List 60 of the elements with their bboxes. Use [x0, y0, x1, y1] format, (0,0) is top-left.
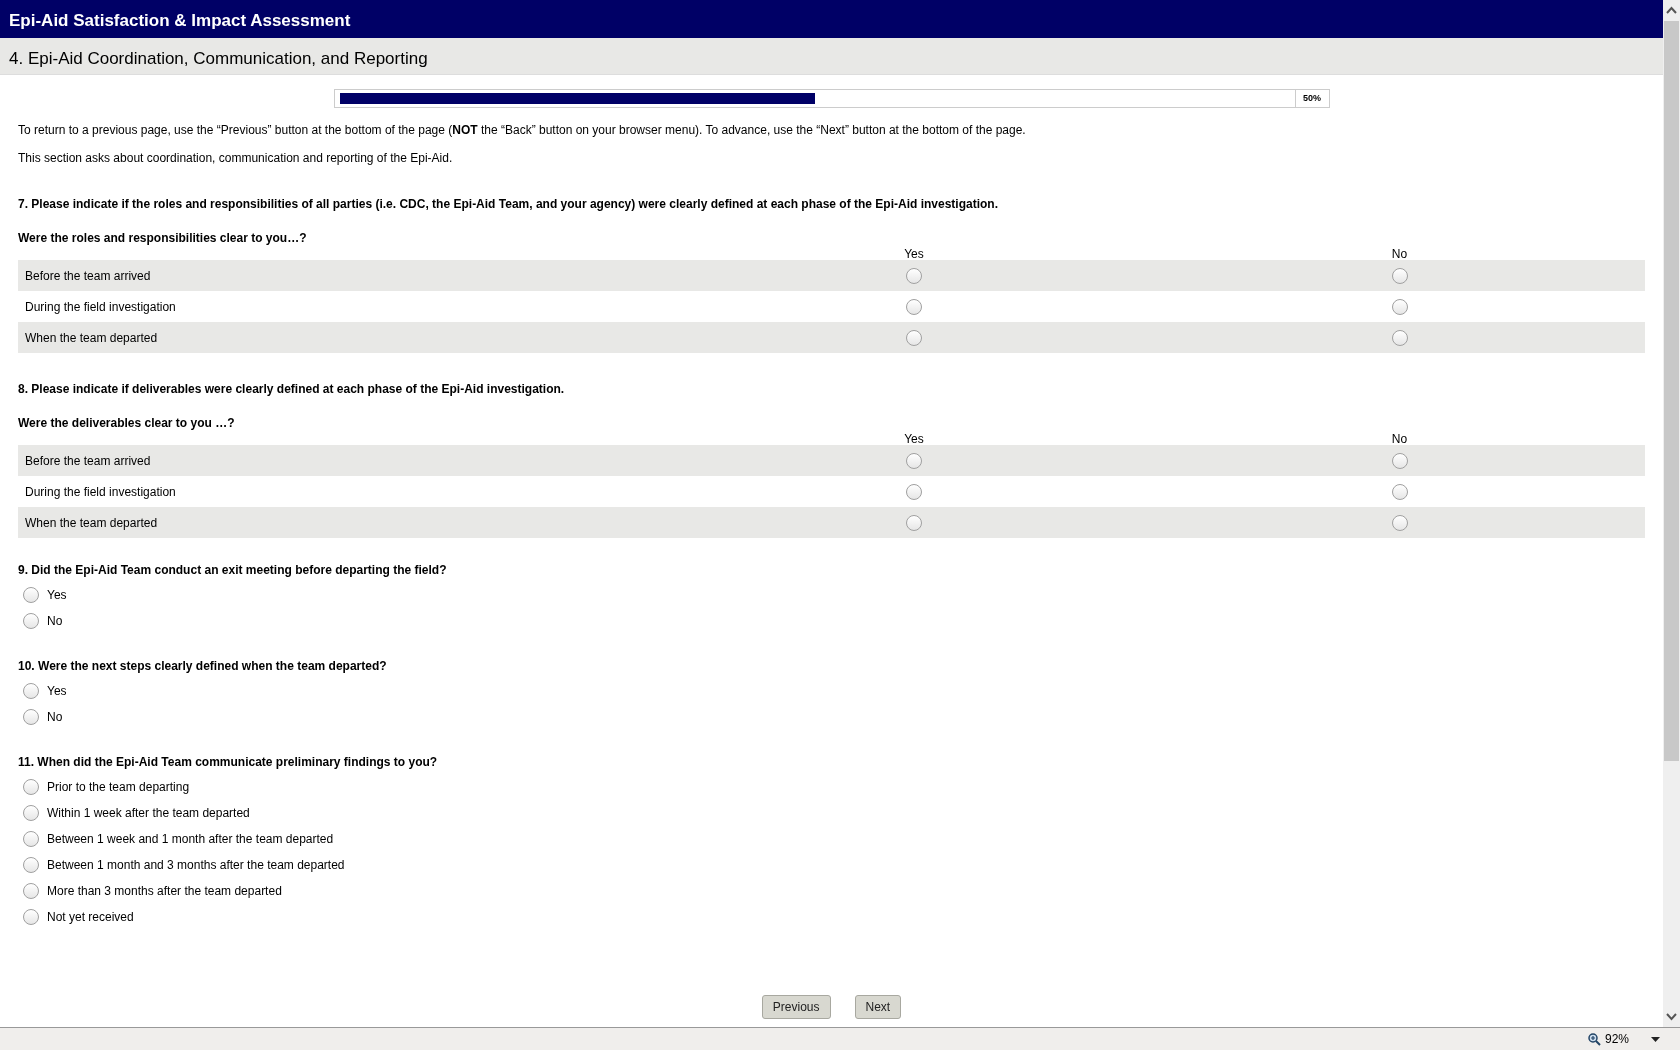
- zoom-icon[interactable]: [1587, 1032, 1601, 1046]
- option-label: No: [47, 709, 63, 726]
- row-label: During the field investigation: [25, 299, 176, 314]
- radio-button[interactable]: [23, 613, 39, 629]
- question-subtitle: Were the roles and responsibilities clear to you…?: [18, 230, 308, 246]
- radio-button[interactable]: [23, 779, 39, 795]
- radio-button[interactable]: [23, 709, 39, 725]
- section-title: 4. Epi-Aid Coordination, Communication, and Reporting: [0, 38, 1663, 75]
- question-text: 7. Please indicate if the roles and responsibilities of all parties (i.e. CDC, the Epi-Aid Team, and your agency) were clearly defined at each phase of the Epi-Aid investigation.: [18, 196, 1000, 212]
- option-label: Prior to the team departing: [47, 779, 190, 796]
- option-label: Between 1 month and 3 months after the team departed: [47, 857, 345, 874]
- next-button[interactable]: Next: [854, 995, 902, 1019]
- column-header: No: [1391, 247, 1408, 261]
- row-label: Before the team arrived: [25, 268, 151, 283]
- row-label: During the field investigation: [25, 484, 176, 499]
- radio-button[interactable]: [906, 515, 922, 532]
- option-label: Within 1 week after the team departed: [47, 805, 250, 822]
- question-text: 10. Were the next steps clearly defined when the team departed?: [18, 658, 388, 674]
- progress-percent: 50%: [1294, 90, 1329, 107]
- column-header: No: [1391, 432, 1408, 446]
- previous-button[interactable]: Previous: [761, 995, 831, 1019]
- question-text: 9. Did the Epi-Aid Team conduct an exit meeting before departing the field?: [18, 562, 448, 578]
- option-label: Yes: [47, 683, 67, 700]
- column-header: Yes: [904, 432, 924, 446]
- instruction-text: This section asks about coordination, communication and reporting of the Epi-Aid.: [18, 150, 454, 166]
- radio-button[interactable]: [1391, 515, 1408, 532]
- option-label: More than 3 months after the team departed: [47, 883, 282, 900]
- radio-button[interactable]: [23, 831, 39, 847]
- scrollbar-thumb[interactable]: [1664, 21, 1679, 761]
- survey-title: Epi-Aid Satisfaction & Impact Assessment: [0, 0, 1663, 38]
- radio-button[interactable]: [23, 805, 39, 821]
- option-label: Not yet received: [47, 909, 134, 926]
- option-label: Yes: [47, 587, 67, 604]
- radio-button[interactable]: [906, 268, 922, 285]
- radio-button[interactable]: [906, 453, 922, 470]
- radio-button[interactable]: [1391, 453, 1408, 470]
- option-label: No: [47, 613, 63, 630]
- instruction-text: To return to a previous page, use the “Previous” button at the bottom of the page (NOT the “Back” button on your browser menu). To advance, use the “Next” button at the bottom of the page.: [18, 122, 1027, 138]
- radio-button[interactable]: [23, 883, 39, 899]
- question-text: 11. When did the Epi-Aid Team communicate preliminary findings to you?: [18, 754, 439, 770]
- column-header: Yes: [904, 247, 924, 261]
- radio-button[interactable]: [906, 484, 922, 501]
- radio-button[interactable]: [906, 299, 922, 316]
- radio-button[interactable]: [23, 587, 39, 603]
- option-label: Between 1 week and 1 month after the team departed: [47, 831, 334, 848]
- radio-button[interactable]: [1391, 299, 1408, 316]
- radio-button[interactable]: [23, 857, 39, 873]
- radio-button[interactable]: [1391, 330, 1408, 347]
- radio-button[interactable]: [1391, 484, 1408, 501]
- radio-button[interactable]: [23, 909, 39, 925]
- zoom-level[interactable]: 92%: [1604, 1030, 1629, 1048]
- dropdown-caret-icon[interactable]: [1651, 1036, 1660, 1042]
- radio-button[interactable]: [906, 330, 922, 347]
- row-label: Before the team arrived: [25, 453, 151, 468]
- question-subtitle: Were the deliverables clear to you …?: [18, 415, 236, 431]
- radio-button[interactable]: [23, 683, 39, 699]
- row-label: When the team departed: [25, 330, 158, 345]
- radio-button[interactable]: [1391, 268, 1408, 285]
- question-text: 8. Please indicate if deliverables were clearly defined at each phase of the Epi-Aid investigation.: [18, 381, 566, 397]
- row-label: When the team departed: [25, 515, 158, 530]
